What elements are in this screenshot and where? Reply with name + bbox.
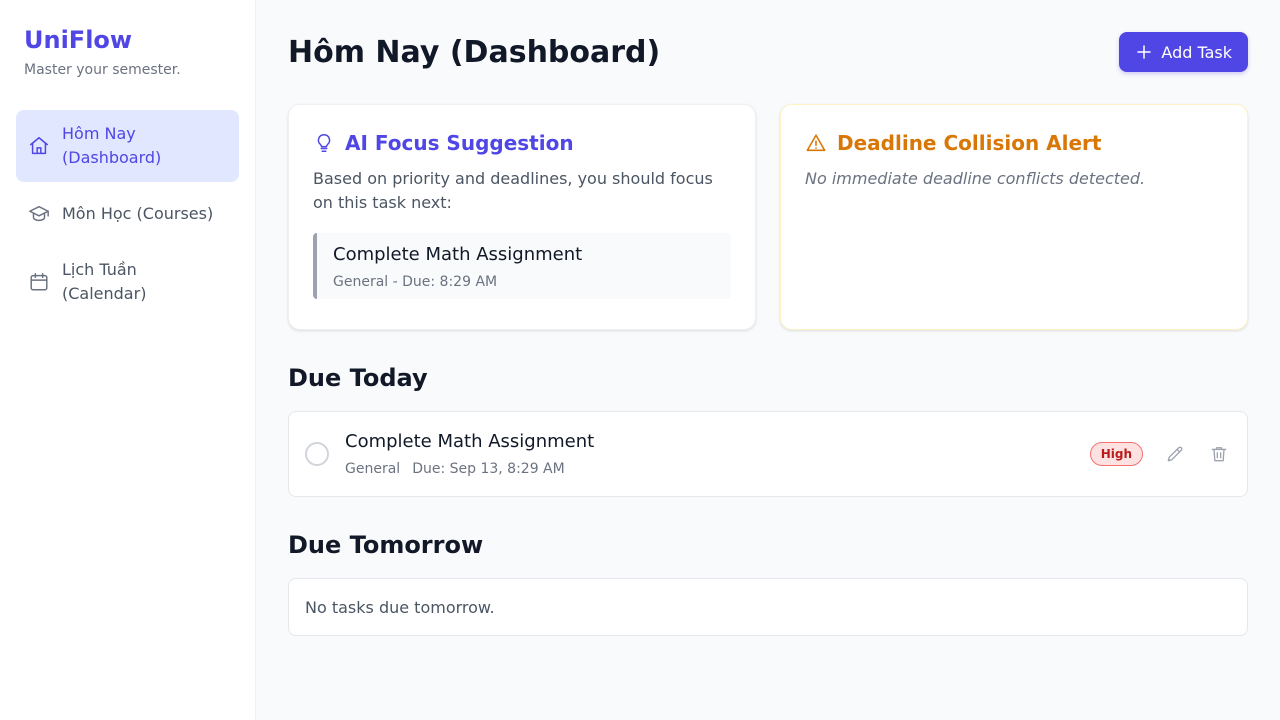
- sidebar-nav: Hôm Nay (Dashboard) Môn Học (Courses) Lị…: [16, 110, 239, 318]
- due-today-heading: Due Today: [288, 364, 428, 392]
- summary-cards: AI Focus Suggestion Based on priority an…: [288, 104, 1248, 330]
- home-icon: [28, 135, 50, 157]
- ai-focus-title: AI Focus Suggestion: [313, 129, 731, 157]
- task-meta: General Due: Sep 13, 8:29 AM: [345, 460, 1090, 478]
- focus-task-title: Complete Math Assignment: [333, 244, 583, 265]
- deadline-alert-title: Deadline Collision Alert: [805, 129, 1223, 157]
- ai-focus-description: Based on priority and deadlines, you sho…: [313, 169, 713, 212]
- ai-focus-title-text: AI Focus Suggestion: [345, 131, 574, 155]
- deadline-alert-card: Deadline Collision Alert No immediate de…: [780, 104, 1248, 330]
- trash-icon: [1211, 447, 1227, 462]
- ai-focus-card: AI Focus Suggestion Based on priority an…: [288, 104, 756, 330]
- task-body: Complete Math Assignment General Due: Sep…: [345, 430, 1090, 478]
- sidebar-item-dashboard[interactable]: Hôm Nay (Dashboard): [16, 110, 239, 182]
- add-task-label: Add Task: [1161, 42, 1232, 62]
- delete-task-button[interactable]: [1207, 442, 1231, 466]
- sidebar-item-label-line1: Lịch Tuần: [62, 260, 137, 279]
- deadline-alert-title-text: Deadline Collision Alert: [837, 131, 1102, 155]
- graduation-cap-icon: [28, 203, 50, 225]
- sidebar-item-label-line1: Hôm Nay: [62, 124, 136, 143]
- lightbulb-icon: [317, 134, 331, 152]
- page-header: Hôm Nay (Dashboard) Add Task: [288, 32, 1248, 72]
- sidebar-item-label: Lịch Tuần (Calendar): [62, 258, 146, 306]
- sidebar-item-label-line2: (Dashboard): [62, 148, 162, 167]
- brand-tagline: Master your semester.: [24, 62, 181, 78]
- sidebar-item-courses[interactable]: Môn Học (Courses): [16, 190, 239, 238]
- add-task-button[interactable]: Add Task: [1119, 32, 1248, 72]
- warning-icon: [806, 134, 826, 152]
- main-content: Hôm Nay (Dashboard) Add Task AI Focus Su…: [256, 0, 1280, 720]
- task-row[interactable]: Complete Math Assignment General Due: Sep…: [288, 411, 1248, 497]
- calendar-icon: [28, 271, 50, 293]
- page-title: Hôm Nay (Dashboard): [288, 34, 661, 70]
- sidebar: UniFlow Master your semester. Hôm Nay (D…: [0, 0, 256, 720]
- priority-badge: High: [1089, 442, 1143, 466]
- sidebar-item-calendar[interactable]: Lịch Tuần (Calendar): [16, 246, 239, 318]
- due-tomorrow-empty-state: No tasks due tomorrow.: [288, 578, 1248, 636]
- deadline-alert-message: No immediate deadline conflicts detected…: [805, 169, 1146, 188]
- task-title: Complete Math Assignment: [345, 431, 595, 452]
- sidebar-item-label: Hôm Nay (Dashboard): [62, 122, 161, 170]
- pencil-icon: [1167, 446, 1183, 462]
- due-tomorrow-heading: Due Tomorrow: [288, 531, 484, 559]
- sidebar-item-label-line2: (Calendar): [62, 284, 147, 303]
- edit-task-button[interactable]: [1163, 442, 1187, 466]
- focus-task-meta: General - Due: 8:29 AM: [333, 274, 498, 290]
- focus-task[interactable]: Complete Math Assignment General - Due: …: [313, 233, 731, 299]
- brand-logo[interactable]: UniFlow: [16, 24, 239, 56]
- task-complete-checkbox[interactable]: [305, 442, 329, 466]
- plus-icon: [1137, 45, 1152, 59]
- sidebar-item-label: Môn Học (Courses): [62, 204, 214, 223]
- task-course: General: [345, 461, 401, 477]
- task-due: Due: Sep 13, 8:29 AM: [412, 461, 565, 477]
